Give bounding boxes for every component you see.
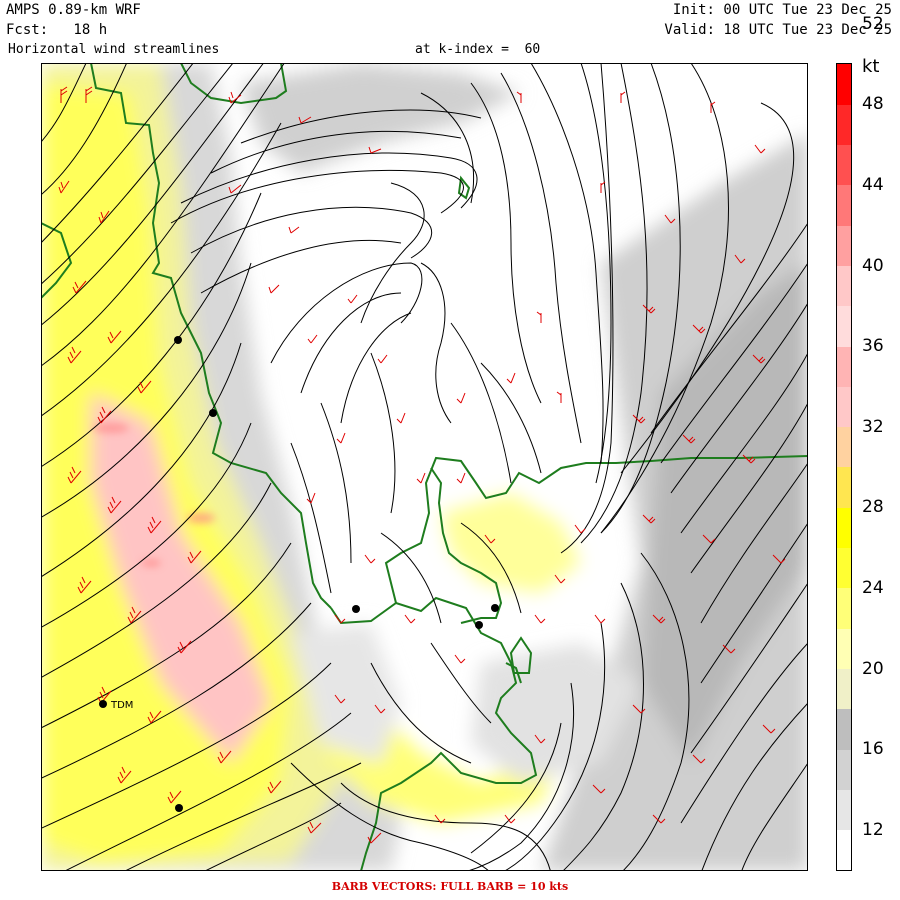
- init-time: Init: 00 UTC Tue 23 Dec 25: [672, 2, 892, 18]
- legend-label: 24: [862, 577, 884, 598]
- color-bar-swatch: [837, 184, 851, 226]
- color-bar-swatch: [837, 386, 851, 428]
- barb-footnote: BARB VECTORS: FULL BARB = 10 kts: [331, 880, 569, 893]
- legend-unit: kt: [862, 56, 880, 77]
- station-dot: [352, 605, 360, 613]
- station-dot: [174, 336, 182, 344]
- legend-label: 52: [862, 13, 884, 34]
- station-dot: [491, 604, 499, 612]
- legend-label: 28: [862, 497, 884, 518]
- legend-label: 36: [862, 336, 884, 357]
- valid-time: Valid: 18 UTC Tue 23 Dec 25: [664, 22, 892, 38]
- legend-label: 20: [862, 658, 884, 679]
- station-dot: [209, 409, 217, 417]
- color-bar-swatch: [837, 507, 851, 549]
- legend-label: 16: [862, 739, 884, 760]
- legend-label: 44: [862, 174, 884, 195]
- color-bar-swatch: [837, 265, 851, 307]
- color-bar-swatch: [837, 467, 851, 508]
- legend-label: 40: [862, 255, 884, 276]
- color-bar-swatch: [837, 64, 851, 105]
- color-bar-swatch: [837, 104, 851, 146]
- color-bar-swatch: [837, 628, 851, 669]
- color-bar-swatch: [837, 708, 851, 750]
- color-bar-swatch: [837, 829, 851, 871]
- station-dot: [475, 621, 483, 629]
- station-dot-tdm: [99, 700, 107, 708]
- color-bar: [836, 63, 852, 871]
- color-bar-swatch: [837, 225, 851, 266]
- color-bar-swatch: [837, 749, 851, 790]
- legend-label: 48: [862, 94, 884, 115]
- forecast-hour: Fcst: 18 h: [6, 22, 108, 38]
- model-title: AMPS 0.89-km WRF: [6, 2, 141, 18]
- color-bar-swatch: [837, 144, 851, 186]
- color-bar-swatch: [837, 426, 851, 468]
- model-level: at k-index = 60: [415, 42, 541, 57]
- color-bar-swatch: [837, 547, 851, 589]
- legend-label: 32: [862, 416, 884, 437]
- color-bar-swatch: [837, 305, 851, 347]
- legend-label: 12: [862, 819, 884, 840]
- color-bar-swatch: [837, 587, 851, 629]
- wind-map: TDM: [41, 63, 808, 871]
- station-label-tdm: TDM: [110, 700, 133, 711]
- color-bar-swatch: [837, 789, 851, 831]
- color-bar-swatch: [837, 346, 851, 387]
- field-name: Horizontal wind streamlines: [8, 42, 220, 57]
- station-dot: [175, 804, 183, 812]
- color-bar-swatch: [837, 668, 851, 710]
